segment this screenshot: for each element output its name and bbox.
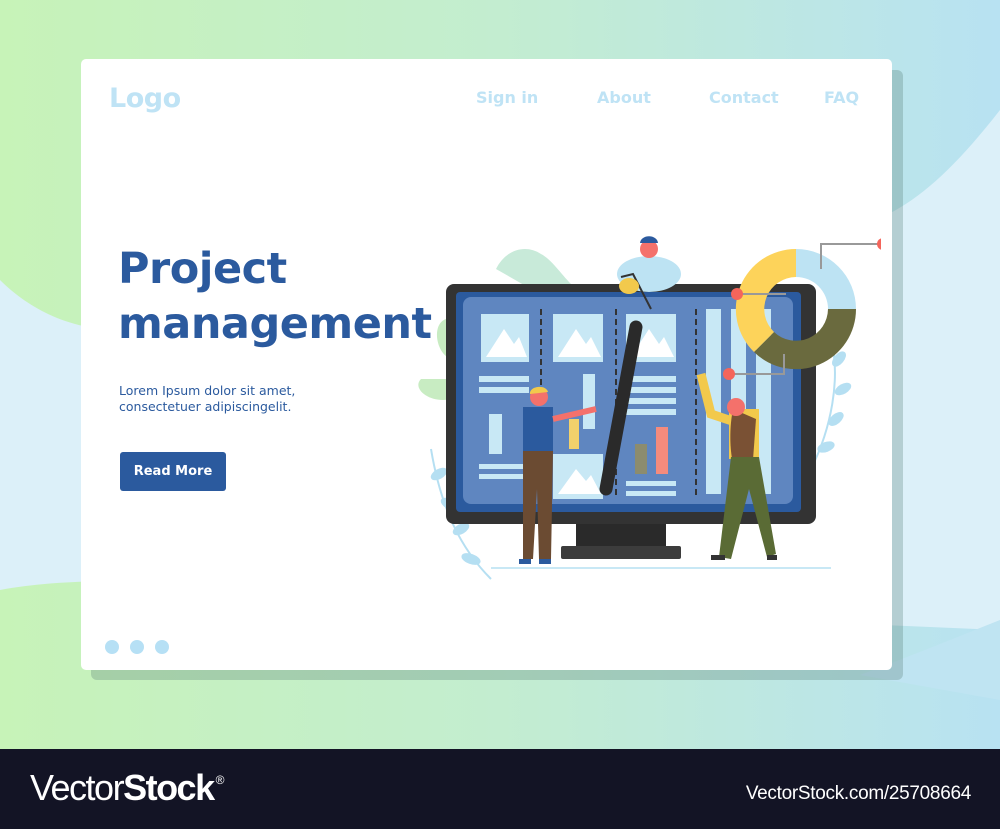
nav-contact[interactable]: Contact: [709, 88, 779, 107]
text-bar: [479, 464, 529, 469]
image-card-icon: [481, 314, 529, 362]
bar-chart-bar: [656, 427, 668, 474]
text-bar: [626, 409, 676, 415]
note-bar: [569, 419, 579, 449]
pagination-dots: [105, 640, 169, 654]
text-bar: [583, 374, 595, 429]
nav-faq[interactable]: FAQ: [824, 88, 859, 107]
brand-bold: Stock: [123, 767, 215, 808]
description-line-1: Lorem Ipsum dolor sit amet,: [119, 383, 296, 398]
text-bar: [626, 387, 676, 393]
vectorstock-logo: VectorStock ®: [30, 767, 225, 809]
read-more-button[interactable]: Read More: [120, 452, 226, 491]
text-bar: [479, 474, 529, 479]
text-bar: [626, 376, 676, 382]
monitor-base: [561, 546, 681, 559]
stock-id: VectorStock.com/25708664: [745, 783, 971, 804]
image-card-icon: [553, 314, 603, 362]
landing-card: Logo Sign in About Contact FAQ Project m…: [81, 59, 892, 670]
callout-dot: [877, 238, 881, 250]
registered-mark: ®: [215, 773, 225, 787]
text-bar: [479, 376, 529, 382]
title-line-2: management: [118, 299, 432, 349]
page-title: Project management: [118, 242, 432, 352]
pagination-dot[interactable]: [105, 640, 119, 654]
text-bar: [626, 491, 676, 496]
hero-description: Lorem Ipsum dolor sit amet, consectetuer…: [119, 383, 359, 415]
logo[interactable]: Logo: [109, 83, 181, 114]
watermark-bar: VectorStock ® VectorStock.com/25708664: [0, 749, 1000, 829]
bar-chart-bar: [635, 444, 647, 474]
pagination-dot[interactable]: [155, 640, 169, 654]
callout-dot: [731, 288, 743, 300]
text-bar: [626, 481, 676, 486]
image-card-icon: [553, 454, 603, 499]
title-line-1: Project: [118, 244, 287, 294]
pagination-dot[interactable]: [130, 640, 144, 654]
brand-light: Vector: [30, 767, 125, 808]
monitor-neck: [576, 524, 666, 546]
callout-dot: [723, 368, 735, 380]
text-bar: [626, 398, 676, 404]
text-bar: [479, 387, 529, 393]
nav-about[interactable]: About: [597, 88, 651, 107]
description-line-2: consectetuer adipiscingelit.: [119, 399, 292, 414]
green-blob: [496, 249, 571, 289]
text-bar: [489, 414, 502, 454]
project-management-illustration: [418, 236, 881, 580]
nav-sign-in[interactable]: Sign in: [476, 88, 538, 107]
